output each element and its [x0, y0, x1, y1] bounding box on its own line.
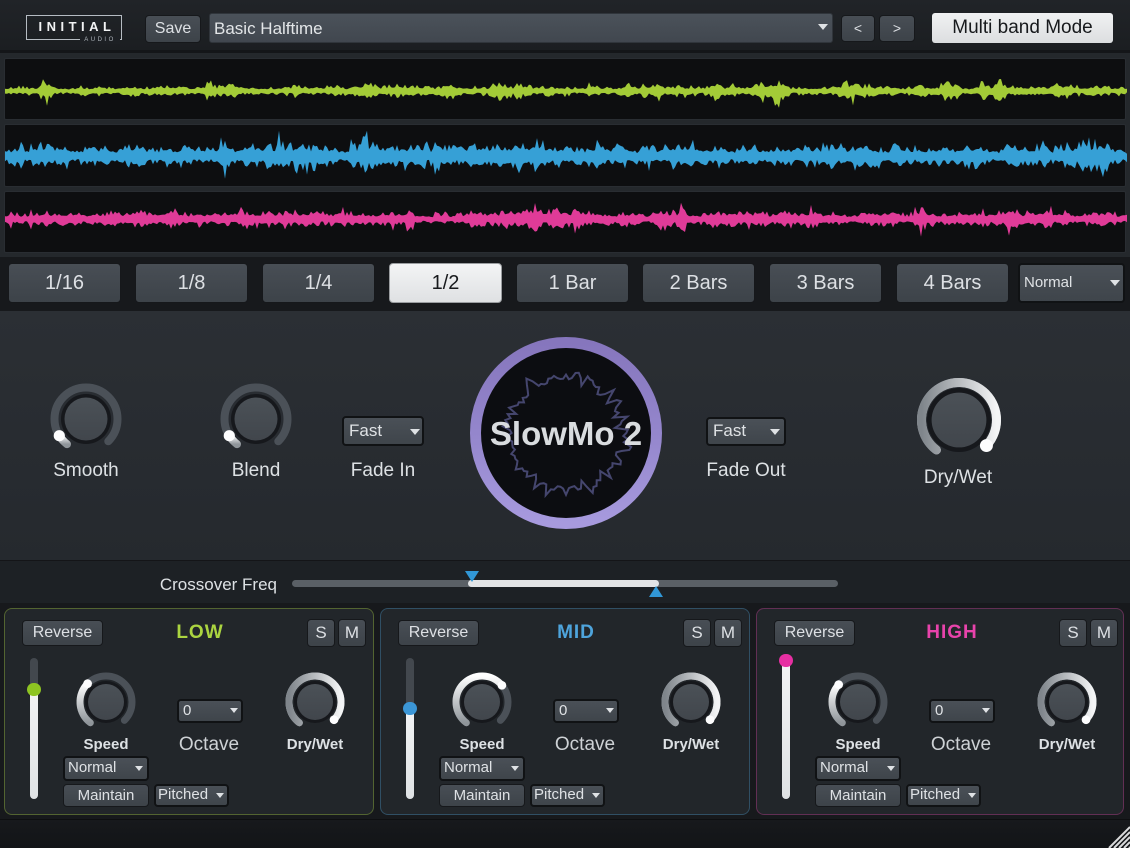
svg-text:SlowMo 2: SlowMo 2 [490, 415, 642, 452]
